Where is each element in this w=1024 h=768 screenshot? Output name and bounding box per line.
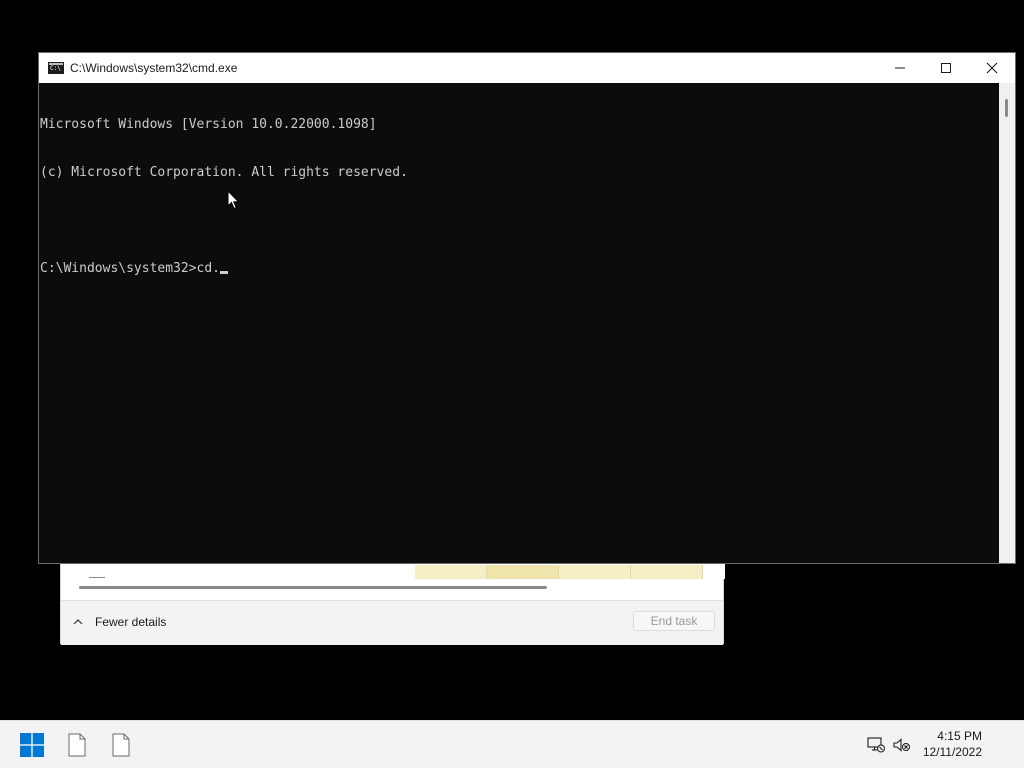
network-tray-button[interactable] [866,735,886,755]
cmd-app-icon-text: C:\ [50,65,61,72]
task-manager-footer: Fewer details End task [61,600,723,645]
task-manager-horizontal-scrollbar[interactable] [79,586,547,589]
taskbar-pinned-file-1[interactable] [61,729,93,761]
minimize-button[interactable] [877,53,923,83]
close-button[interactable] [969,53,1015,83]
taskbar-pinned-file-2[interactable] [105,729,137,761]
taskbar: 4:15 PM 12/11/2022 [0,720,1024,768]
text-cursor [220,271,229,274]
task-manager-usage-cells [415,565,703,579]
window-controls [877,53,1015,83]
close-icon [986,62,998,74]
start-button[interactable] [16,729,48,761]
usage-cell [631,565,703,579]
cmd-window[interactable]: C:\ C:\Windows\system32\cmd.exe Microsof… [38,52,1016,564]
scrollbar-thumb[interactable] [1005,99,1008,117]
minimize-icon [895,67,905,69]
taskbar-clock[interactable]: 4:15 PM 12/11/2022 [923,728,982,760]
chevron-up-icon [73,619,83,625]
usage-cell [559,565,631,579]
maximize-icon [941,63,951,73]
volume-tray-button[interactable] [892,735,912,755]
end-task-button[interactable]: End task [633,611,715,631]
cmd-titlebar[interactable]: C:\ C:\Windows\system32\cmd.exe [39,53,1015,83]
usage-cell [487,565,559,579]
console-output[interactable]: Microsoft Windows [Version 10.0.22000.10… [39,83,1001,563]
usage-cell [415,565,487,579]
windows-logo-icon [20,733,44,757]
task-manager-row-stub [89,577,105,578]
mouse-pointer-icon [227,190,239,210]
file-icon [112,733,130,757]
window-title: C:\Windows\system32\cmd.exe [70,61,238,75]
fewer-details-button[interactable]: Fewer details [71,611,166,633]
clock-date: 12/11/2022 [922,745,982,759]
maximize-button[interactable] [923,53,969,83]
command-input[interactable]: C:\Windows\system32>cd. [40,261,220,276]
command-prompt-line[interactable]: C:\Windows\system32>cd. [40,261,1001,277]
vertical-scrollbar[interactable] [999,83,1015,563]
cmd-app-icon[interactable]: C:\ [48,62,64,74]
network-no-internet-icon [867,737,885,753]
fewer-details-label: Fewer details [95,615,167,629]
clock-time: 4:15 PM [937,729,982,743]
file-icon [68,733,86,757]
console-line: (c) Microsoft Corporation. All rights re… [40,165,408,180]
volume-muted-icon [893,738,910,752]
console-line: Microsoft Windows [Version 10.0.22000.10… [40,117,377,132]
